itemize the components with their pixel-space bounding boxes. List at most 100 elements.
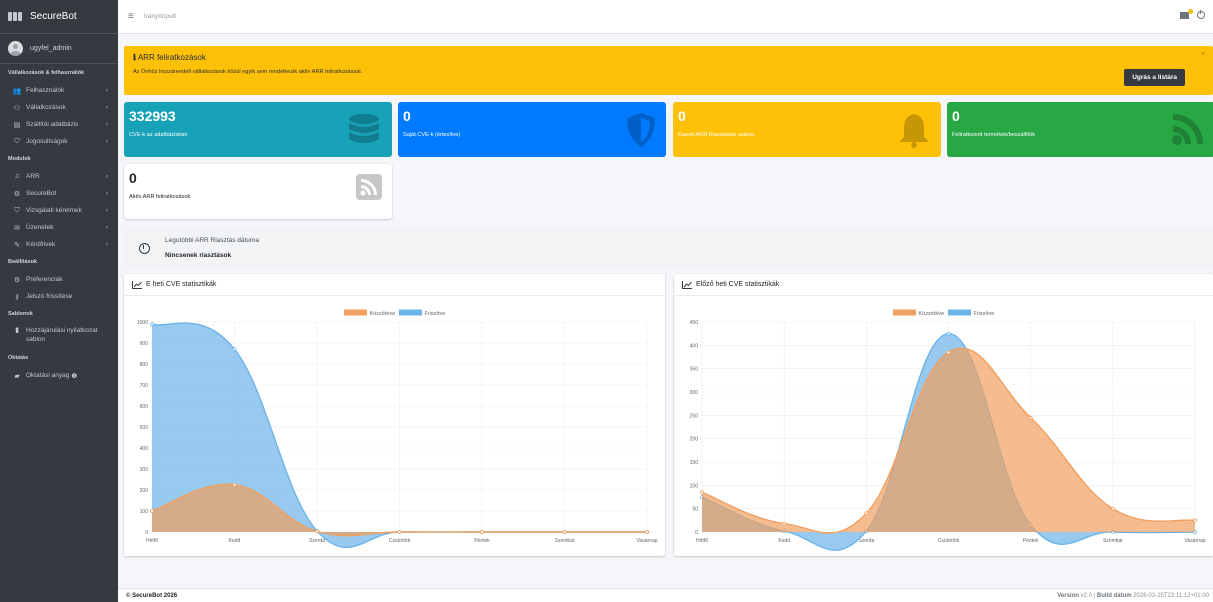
info-box-value: 0 <box>129 170 137 186</box>
last-week-cve-card: Előző heti CVE statisztikák Közzétéve Fri… <box>674 274 1213 556</box>
data-point <box>562 530 567 534</box>
nav-section-header: Sablonok <box>8 311 33 317</box>
sidebar-item-oktatási-anyag[interactable]: ▰ Oktatási anyag ❶ <box>0 367 118 384</box>
legend-label: Frissítve <box>974 311 995 317</box>
separator: | <box>1093 593 1096 599</box>
last-alert-title: Legutóbbi ARR Riasztás dátuma <box>165 237 259 244</box>
sidebar-item-szállítói-adatbázis[interactable]: ▤ Szállítói adatbázis ‹ <box>0 116 118 133</box>
data-point <box>946 350 951 355</box>
sidebar-item-label: Kérdőívek <box>26 241 56 248</box>
y-tick-label: 1000 <box>137 320 148 326</box>
handshake-icon: ⚇ <box>13 104 21 112</box>
legend-swatch <box>948 309 971 316</box>
x-tick-label: Péntek <box>474 538 490 544</box>
sidebar-item-jelszó-frissítése[interactable]: ⚷ Jelszó frissítése <box>0 288 118 305</box>
y-tick-label: 200 <box>140 488 149 494</box>
go-to-list-button[interactable]: Ugrás a listára <box>1124 69 1185 86</box>
x-tick-label: Vasárnap <box>636 538 657 544</box>
info-box-own-cves[interactable]: 0 Saját CVE-k (értesítve) <box>398 102 666 157</box>
sidebar-nav: Vállalkozások & felhasználók 👥 Felhasználó… <box>0 64 118 384</box>
y-tick-label: 250 <box>690 413 699 419</box>
version-value: v2.0 <box>1080 593 1092 599</box>
hamburger-menu-icon[interactable]: ≡ <box>128 11 134 22</box>
data-point <box>232 482 237 487</box>
version-info: Version v2.0 | Build dátum 2026-02-25T23… <box>1057 593 1209 599</box>
data-point <box>1110 506 1115 511</box>
sidebar-item-label: ARR <box>26 173 40 180</box>
sidebar-item-label: Vállalkozások <box>26 104 66 111</box>
bell-icon: ♫ <box>14 173 20 180</box>
sidebar-item-label: Preferenciák <box>26 276 63 283</box>
series-area <box>702 348 1195 534</box>
build-value: 2026-02-25T23:11:12+01:00 <box>1133 593 1209 599</box>
sidebar-item-arr[interactable]: ♫ ARR ‹ <box>0 168 118 185</box>
info-box-subscribed-products[interactable]: 0 Feliratkozott termékek/beszállítók <box>947 102 1213 157</box>
data-point <box>480 530 484 534</box>
x-tick-label: Kedd <box>778 538 790 544</box>
sidebar-item-üzenetek[interactable]: ✉ Üzenetek ‹ <box>0 219 118 236</box>
chevron-left-icon: ‹ <box>106 87 108 94</box>
notification-badge <box>1188 8 1193 14</box>
card-header: Előző heti CVE statisztikák <box>674 274 1213 296</box>
legend-swatch <box>893 309 916 316</box>
y-tick-label: 50 <box>692 507 698 513</box>
page-title: Irányítópult <box>143 13 177 20</box>
logout-power-icon[interactable] <box>1197 10 1205 19</box>
card-title: E heti CVE statisztikák <box>146 281 217 288</box>
data-point <box>700 490 704 495</box>
x-tick-label: Hétfő <box>146 538 158 544</box>
sidebar-item-label: Vizsgálati kérelmek <box>26 207 82 214</box>
alert-title-text: ARR feliratkozások <box>137 53 206 62</box>
x-tick-label: Péntek <box>1023 538 1039 544</box>
data-point <box>782 521 787 526</box>
gears-icon: ⚙ <box>13 276 21 284</box>
brand[interactable]: SecureBot <box>0 0 118 34</box>
sidebar-item-label: Hozzájárulási nyilatkozat sablon <box>26 327 98 343</box>
info-box-active-subscriptions[interactable]: 0 Aktív ARR feliratkozások <box>124 164 392 219</box>
sidebar-item-vizsgálati-kérelmek[interactable]: ⛉ Vizsgálati kérelmek ‹ <box>0 202 118 219</box>
messages-envelope-icon[interactable] <box>1180 8 1193 19</box>
alert-close-icon[interactable]: × <box>1201 51 1205 58</box>
sidebar-item-label: SecureBot <box>26 190 57 197</box>
y-tick-label: 0 <box>695 530 698 536</box>
sidebar-item-label: Felhasználók <box>26 87 65 94</box>
x-tick-label: Szombat <box>555 538 575 544</box>
user-panel[interactable]: ugyfel_admin <box>0 34 118 64</box>
line-chart-icon <box>132 280 142 289</box>
last-week-cve-chart: Közzétéve Frissítve 0 50 100 150 200 250 300 350 4… <box>690 309 1206 551</box>
sidebar-item-hozzájárulási-nyilatkozat-sablon[interactable]: ▮ Hozzájárulási nyilatkozat sablon <box>0 323 118 349</box>
nav-section-header: Beállítások <box>8 259 38 265</box>
user-name: ugyfel_admin <box>30 45 72 52</box>
info-box-cve-database[interactable]: 332993 CVE-k az adatbázisban <box>124 102 392 157</box>
sidebar-item-securebot[interactable]: ⚙ SecureBot ‹ <box>0 185 118 202</box>
rss-icon <box>356 174 382 200</box>
card-header: E heti CVE statisztikák <box>124 274 665 296</box>
brand-logo-icon <box>8 12 24 22</box>
sidebar-item-felhasználók[interactable]: 👥 Felhasználók ‹ <box>0 82 118 99</box>
y-tick-label: 200 <box>690 437 699 443</box>
sidebar-item-kérdőívek[interactable]: ✎ Kérdőívek ‹ <box>0 236 118 253</box>
nav-section-header: Vállalkozások & felhasználók <box>8 70 85 76</box>
legend-label: Frissítve <box>425 311 446 317</box>
shield-icon: ⛉ <box>14 137 20 145</box>
info-box-label: Aktív ARR feliratkozások <box>129 194 191 200</box>
chevron-left-icon: ‹ <box>106 173 108 180</box>
info-box-arr-alerts[interactable]: 0 Kapott ARR Riasztások száma <box>673 102 941 157</box>
data-point <box>150 509 154 513</box>
sidebar-item-jogosultságok[interactable]: ⛉ Jogosultságok ‹ <box>0 133 118 150</box>
sidebar-item-vállalkozások[interactable]: ⚇ Vállalkozások ‹ <box>0 99 118 116</box>
version-label: Version <box>1057 593 1079 599</box>
data-point <box>150 322 154 327</box>
x-tick-label: Hétfő <box>696 538 708 544</box>
line-chart-icon <box>682 280 692 289</box>
this-week-cve-chart: Közzétéve Frissítve 0 100 200 300 400 500 600 700… <box>137 309 658 549</box>
footer: © SecureBot 2026 Version v2.0 | Build dá… <box>118 588 1213 602</box>
sidebar-item-label: Jogosultságok <box>26 138 68 145</box>
y-tick-label: 600 <box>140 404 149 410</box>
chevron-left-icon: ‹ <box>106 138 108 145</box>
chevron-left-icon: ‹ <box>106 104 108 111</box>
sidebar-item-preferenciák[interactable]: ⚙ Preferenciák <box>0 271 118 288</box>
sidebar-item-label: Oktatási anyag <box>26 372 70 379</box>
legend-swatch <box>399 309 422 316</box>
chevron-left-icon: ‹ <box>106 207 108 214</box>
